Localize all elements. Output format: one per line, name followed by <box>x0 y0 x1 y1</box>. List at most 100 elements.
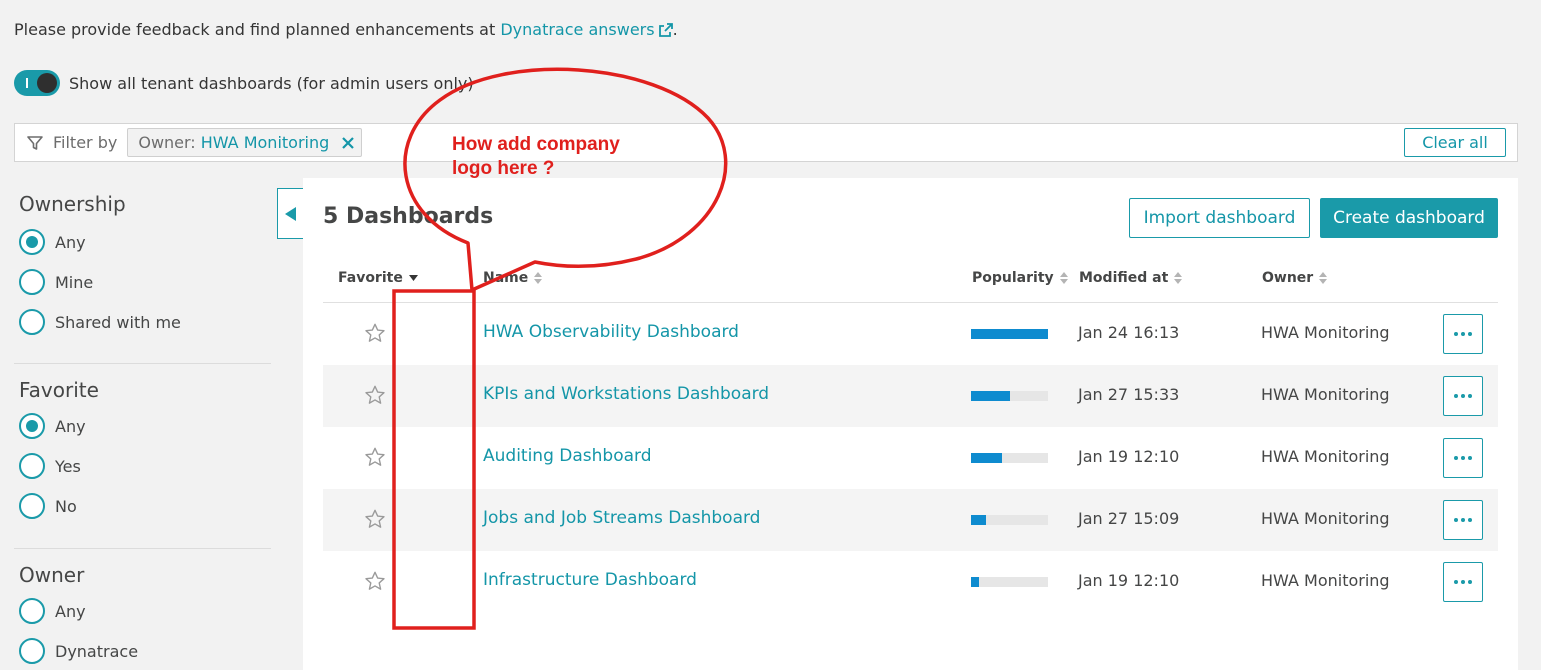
radio-icon <box>19 453 45 479</box>
modified-at: Jan 27 15:09 <box>1078 509 1180 528</box>
feedback-notice: Please provide feedback and find planned… <box>14 20 678 39</box>
dashboard-link[interactable]: KPIs and Workstations Dashboard <box>483 384 769 404</box>
more-actions-button[interactable] <box>1443 314 1483 354</box>
filter-label: Filter by <box>53 133 118 152</box>
table-row: KPIs and Workstations Dashboard Jan 27 1… <box>323 365 1498 427</box>
notice-suffix: . <box>672 20 678 39</box>
column-header-owner[interactable]: Owner <box>1262 270 1328 286</box>
radio-icon <box>19 493 45 519</box>
favorite-title: Favorite <box>19 378 99 402</box>
sort-icon <box>534 272 543 284</box>
favorite-star-icon[interactable] <box>364 508 386 534</box>
favorite-star-icon[interactable] <box>364 384 386 410</box>
dashboard-link[interactable]: HWA Observability Dashboard <box>483 322 739 342</box>
ownership-option-mine[interactable]: Mine <box>19 262 290 302</box>
owner-name: HWA Monitoring <box>1261 571 1390 590</box>
remove-filter-icon[interactable] <box>341 136 355 150</box>
collapse-sidebar-button[interactable] <box>277 188 303 239</box>
favorite-star-icon[interactable] <box>364 570 386 596</box>
popularity-bar <box>971 329 1048 339</box>
owner-option-dynatrace[interactable]: Dynatrace <box>19 631 290 670</box>
ownership-option-shared[interactable]: Shared with me <box>19 302 290 342</box>
option-label: Any <box>55 232 86 252</box>
more-actions-button[interactable] <box>1443 500 1483 540</box>
popularity-bar <box>971 577 1048 587</box>
dashboard-link[interactable]: Auditing Dashboard <box>483 446 652 466</box>
owner-name: HWA Monitoring <box>1261 447 1390 466</box>
table-row: HWA Observability Dashboard Jan 24 16:13… <box>323 303 1498 365</box>
favorite-star-icon[interactable] <box>364 446 386 472</box>
tenant-dashboards-toggle-row: Show all tenant dashboards (for admin us… <box>14 70 474 96</box>
toggle-label: Show all tenant dashboards (for admin us… <box>69 73 474 93</box>
option-label: Shared with me <box>55 312 181 332</box>
owner-name: HWA Monitoring <box>1261 509 1390 528</box>
annotation-text: How add company logo here ? <box>452 134 620 179</box>
filter-bar: Filter by Owner: HWA Monitoring Clear al… <box>14 123 1518 162</box>
owner-name: HWA Monitoring <box>1261 323 1390 342</box>
more-horizontal-icon <box>1454 580 1472 584</box>
modified-at: Jan 19 12:10 <box>1078 447 1180 466</box>
option-label: Mine <box>55 272 94 292</box>
import-dashboard-button[interactable]: Import dashboard <box>1129 198 1310 238</box>
sort-icon <box>1059 272 1068 284</box>
more-actions-button[interactable] <box>1443 438 1483 478</box>
ownership-option-any[interactable]: Any <box>19 222 290 262</box>
dynatrace-answers-link[interactable]: Dynatrace answers <box>500 20 654 39</box>
favorite-option-no[interactable]: No <box>19 486 290 526</box>
option-label: Dynatrace <box>55 641 139 661</box>
ownership-title: Ownership <box>19 192 126 216</box>
option-label: Any <box>55 601 86 621</box>
popularity-fill <box>971 391 1010 401</box>
table-row: Infrastructure Dashboard Jan 19 12:10 HW… <box>323 551 1498 613</box>
header-label: Owner <box>1262 270 1314 286</box>
more-actions-button[interactable] <box>1443 376 1483 416</box>
favorite-star-icon[interactable] <box>364 322 386 348</box>
popularity-bar <box>971 391 1048 401</box>
column-header-name[interactable]: Name <box>483 270 543 286</box>
chip-value: HWA Monitoring <box>200 133 330 152</box>
option-label: No <box>55 496 77 516</box>
owner-option-any[interactable]: Any <box>19 591 290 631</box>
owner-name: HWA Monitoring <box>1261 385 1390 404</box>
column-header-popularity[interactable]: Popularity <box>972 270 1068 286</box>
dashboard-link[interactable]: Infrastructure Dashboard <box>483 570 697 590</box>
triangle-left-icon <box>284 206 296 221</box>
radio-icon <box>19 229 45 255</box>
sort-icon <box>1319 272 1328 284</box>
popularity-fill <box>971 453 1002 463</box>
external-link-icon[interactable] <box>658 23 673 37</box>
popularity-bar <box>971 515 1048 525</box>
notice-text: Please provide feedback and find planned… <box>14 20 501 39</box>
ownership-section: Ownership Any Mine Shared with me <box>0 180 290 360</box>
dashboard-link[interactable]: Jobs and Job Streams Dashboard <box>483 508 760 528</box>
radio-icon <box>19 309 45 335</box>
modified-at: Jan 24 16:13 <box>1078 323 1180 342</box>
owner-filter-chip[interactable]: Owner: HWA Monitoring <box>127 128 363 157</box>
table-row: Auditing Dashboard Jan 19 12:10 HWA Moni… <box>323 427 1498 489</box>
favorite-section: Favorite Any Yes No <box>0 360 290 545</box>
favorite-option-yes[interactable]: Yes <box>19 446 290 486</box>
owner-section: Owner Any Dynatrace <box>0 545 290 670</box>
column-header-favorite[interactable]: Favorite <box>338 270 418 286</box>
popularity-fill <box>971 515 987 525</box>
more-horizontal-icon <box>1454 456 1472 460</box>
popularity-fill <box>971 577 979 587</box>
radio-icon <box>19 638 45 664</box>
table-row: Jobs and Job Streams Dashboard Jan 27 15… <box>323 489 1498 551</box>
create-dashboard-button[interactable]: Create dashboard <box>1320 198 1498 238</box>
column-header-modified[interactable]: Modified at <box>1079 270 1183 286</box>
filter-sidebar: Ownership Any Mine Shared with me Favori… <box>0 180 290 670</box>
favorite-option-any[interactable]: Any <box>19 406 290 446</box>
tenant-dashboards-toggle[interactable] <box>14 70 60 96</box>
modified-at: Jan 27 15:33 <box>1078 385 1180 404</box>
more-horizontal-icon <box>1454 518 1472 522</box>
header-label: Name <box>483 270 529 286</box>
dashboards-panel: 5 Dashboards Import dashboard Create das… <box>303 178 1518 670</box>
option-label: Any <box>55 416 86 436</box>
sort-desc-icon <box>408 275 418 281</box>
owner-title: Owner <box>19 563 85 587</box>
option-label: Yes <box>55 456 81 476</box>
more-actions-button[interactable] <box>1443 562 1483 602</box>
header-label: Favorite <box>338 270 403 286</box>
clear-all-button[interactable]: Clear all <box>1404 128 1506 157</box>
